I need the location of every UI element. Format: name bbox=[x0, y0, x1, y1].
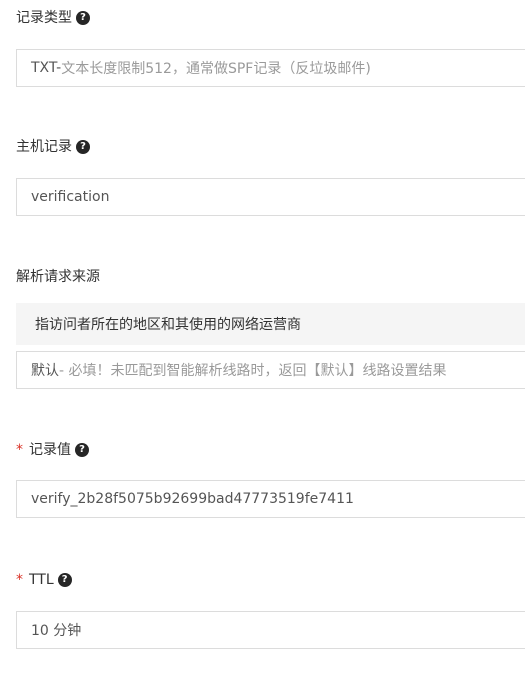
ttl-select[interactable]: 10 分钟 bbox=[16, 611, 525, 649]
resolve-source-label-row: 解析请求来源 bbox=[16, 267, 100, 287]
record-value-value: verify_2b28f5075b92699bad47773519fe7411 bbox=[31, 491, 354, 507]
resolve-source-description: - 必填！未匹配到智能解析线路时，返回【默认】线路设置结果 bbox=[59, 363, 447, 379]
ttl-label-row: * TTL ? bbox=[16, 570, 72, 590]
resolve-source-hint-text: 指访问者所在的地区和其使用的网络运营商 bbox=[35, 317, 301, 333]
required-mark: * bbox=[16, 572, 23, 588]
host-record-label-row: 主机记录 ? bbox=[16, 137, 90, 157]
question-help-icon[interactable]: ? bbox=[57, 573, 72, 587]
resolve-source-prefix: 默认 bbox=[31, 363, 59, 379]
host-record-label: 主机记录 bbox=[16, 139, 72, 155]
record-type-description: 文本长度限制512，通常做SPF记录（反垃圾邮件) bbox=[61, 61, 371, 77]
resolve-source-select[interactable]: 默认 - 必填！未匹配到智能解析线路时，返回【默认】线路设置结果 bbox=[16, 351, 525, 389]
required-mark: * bbox=[16, 442, 23, 458]
resolve-source-hint: 指访问者所在的地区和其使用的网络运营商 bbox=[16, 303, 525, 345]
record-value-label: 记录值 bbox=[29, 442, 71, 458]
question-help-icon[interactable]: ? bbox=[75, 443, 89, 457]
host-record-input[interactable]: verification bbox=[16, 178, 525, 216]
record-type-label: 记录类型 bbox=[16, 10, 72, 26]
host-record-value: verification bbox=[31, 189, 110, 205]
record-type-label-row: 记录类型 ? bbox=[16, 8, 90, 28]
ttl-value: 10 分钟 bbox=[31, 623, 82, 639]
ttl-label: TTL bbox=[29, 572, 54, 588]
question-help-icon[interactable]: ? bbox=[76, 11, 90, 25]
record-type-select[interactable]: TXT- 文本长度限制512，通常做SPF记录（反垃圾邮件) bbox=[16, 49, 525, 87]
record-type-prefix: TXT- bbox=[31, 60, 62, 76]
question-help-icon[interactable]: ? bbox=[76, 140, 90, 154]
resolve-source-label: 解析请求来源 bbox=[16, 269, 100, 285]
record-value-input[interactable]: verify_2b28f5075b92699bad47773519fe7411 bbox=[16, 480, 525, 518]
record-value-label-row: * 记录值 ? bbox=[16, 440, 89, 460]
